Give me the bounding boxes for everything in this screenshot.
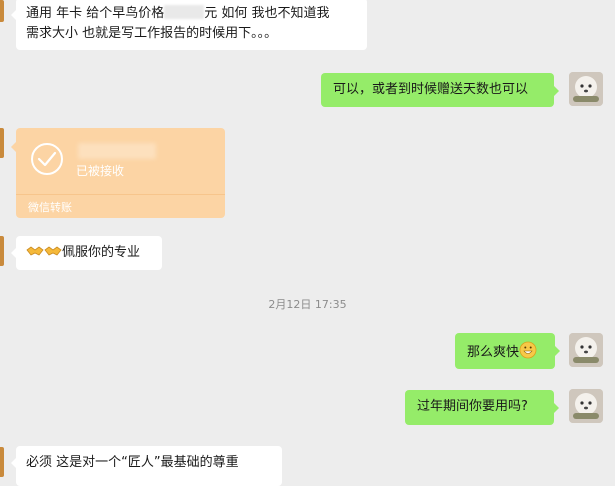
message-text: 必须 这是对一个“匠人”最基础的尊重 — [26, 455, 239, 470]
my-avatar[interactable] — [569, 389, 603, 423]
message-text: 可以，或者到时候赠送天数也可以 — [333, 82, 529, 97]
message-bubble-incoming[interactable]: 通用 年卡 给个早鸟价格元 如何 我也不知道我 需求大小 也就是写工作报告的时候… — [11, 0, 367, 50]
handshake-emoji — [26, 246, 44, 256]
redacted-amount — [78, 143, 156, 159]
contact-avatar-edge[interactable] — [0, 447, 4, 477]
message-bubble-incoming[interactable]: 必须 这是对一个“匠人”最基础的尊重 — [11, 446, 282, 486]
contact-avatar-edge[interactable] — [0, 0, 4, 22]
message-text: 通用 年卡 给个早鸟价格元 如何 我也不知道我 — [26, 5, 330, 21]
my-avatar[interactable] — [569, 333, 603, 367]
redacted-amount — [164, 5, 205, 19]
message-bubble-outgoing[interactable]: 可以，或者到时候赠送天数也可以 — [321, 73, 559, 107]
message-text: 那么爽快 — [467, 345, 520, 360]
my-avatar[interactable] — [569, 72, 603, 106]
transfer-status: 已被接收 — [76, 164, 125, 178]
message-bubble-incoming[interactable]: 佩服你的专业 — [11, 236, 162, 270]
transfer-card[interactable]: 已被接收 微信转账 — [11, 128, 225, 218]
contact-avatar-edge[interactable] — [0, 236, 4, 266]
timestamp: 2月12日 17:35 — [268, 298, 347, 311]
contact-avatar-edge[interactable] — [0, 128, 4, 158]
message-bubble-outgoing[interactable]: 过年期间你要用吗? — [405, 390, 559, 425]
message-text: 需求大小 也就是写工作报告的时候用下。。。 — [26, 26, 278, 41]
check-circle-icon — [31, 143, 63, 175]
message-bubble-outgoing[interactable]: 那么爽快 — [455, 333, 560, 369]
transfer-label: 微信转账 — [28, 201, 72, 214]
message-text: 佩服你的专业 — [62, 245, 141, 260]
message-text: 过年期间你要用吗? — [417, 399, 528, 414]
handshake-emoji — [44, 246, 62, 256]
grin-emoji — [519, 341, 537, 359]
